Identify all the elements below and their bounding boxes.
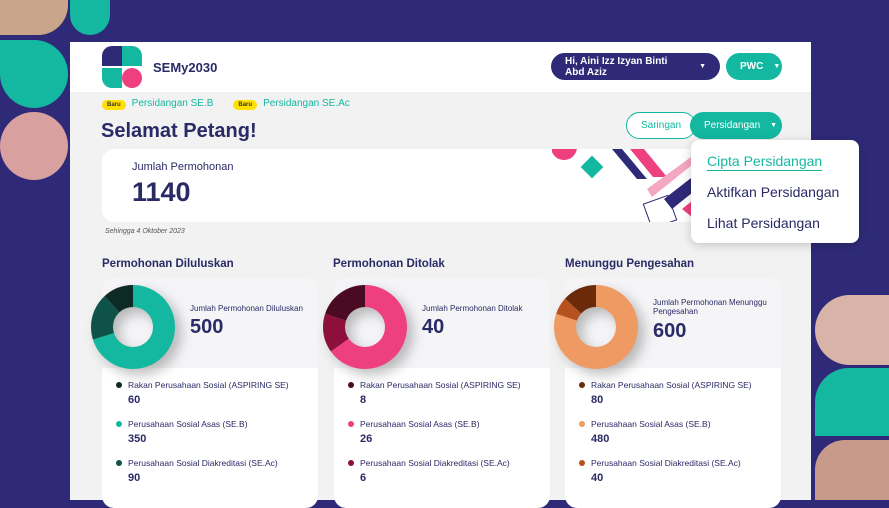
- menu-item-activate-conference[interactable]: Aktifkan Persidangan: [707, 181, 843, 212]
- card-total-label: Jumlah Permohonan Ditolak: [422, 304, 523, 313]
- section-title: Menunggu Pengesahan: [565, 258, 695, 270]
- legend-label: Perusahaan Sosial Asas (SE.B): [128, 419, 248, 429]
- link-persidangan-seac[interactable]: Baru Persidangan SE.Ac: [233, 98, 350, 110]
- card-total-label: Jumlah Permohonan Diluluskan: [190, 304, 303, 313]
- legend-dot: [348, 382, 354, 388]
- new-badge: Baru: [102, 100, 126, 110]
- page-title: Selamat Petang!: [101, 120, 257, 142]
- legend-item: Rakan Perusahaan Sosial (ASPIRING SE) 80: [579, 380, 752, 419]
- conference-dropdown-menu: Cipta Persidangan Aktifkan Persidangan L…: [691, 140, 859, 243]
- donut-chart: [91, 285, 175, 369]
- conference-label: Persidangan: [704, 120, 761, 131]
- total-applications-card: Jumlah Permohonan 1140: [102, 149, 782, 222]
- legend-dot: [348, 460, 354, 466]
- legend-label: Perusahaan Sosial Asas (SE.B): [591, 419, 711, 429]
- legend-value: 80: [591, 394, 604, 406]
- decor-photo-left: [0, 0, 68, 35]
- card-total-value: 600: [653, 320, 687, 342]
- link-label: Persidangan SE.Ac: [263, 98, 350, 109]
- stat-card: Jumlah Permohonan Menunggu Pengesahan 60…: [554, 278, 781, 508]
- legend-label: Rakan Perusahaan Sosial (ASPIRING SE): [128, 380, 289, 390]
- filter-button[interactable]: Saringan: [626, 112, 697, 139]
- decor-shape-left: [0, 40, 68, 108]
- legend-dot: [579, 382, 585, 388]
- app-window: SEMy2030 Hi, Aini Izz Izyan Binti Abd Az…: [70, 42, 859, 508]
- card-total-value: 40: [422, 316, 445, 338]
- org-name: PWC: [740, 61, 764, 72]
- header: SEMy2030 Hi, Aini Izz Izyan Binti Abd Az…: [70, 42, 811, 92]
- legend-dot: [116, 421, 122, 427]
- legend-label: Rakan Perusahaan Sosial (ASPIRING SE): [591, 380, 752, 390]
- conference-button[interactable]: Persidangan ▼: [690, 112, 782, 139]
- user-name: Hi, Aini Izz Izyan Binti Abd Aziz: [565, 55, 668, 78]
- section-title: Permohonan Ditolak: [333, 258, 445, 270]
- filter-label: Saringan: [641, 120, 682, 131]
- donut-chart: [323, 285, 407, 369]
- legend-item: Perusahaan Sosial Asas (SE.B) 350: [116, 419, 289, 458]
- legend-dot: [116, 382, 122, 388]
- legend: Rakan Perusahaan Sosial (ASPIRING SE) 8 Pe…: [348, 380, 521, 497]
- menu-item-view-conference[interactable]: Lihat Persidangan: [707, 212, 843, 243]
- decor-shape-top: [70, 0, 110, 35]
- user-menu-button[interactable]: Hi, Aini Izz Izyan Binti Abd Aziz ▼: [551, 53, 720, 80]
- donut-chart: [554, 285, 638, 369]
- legend-item: Perusahaan Sosial Diakreditasi (SE.Ac) 40: [579, 458, 752, 497]
- legend-item: Rakan Perusahaan Sosial (ASPIRING SE) 60: [116, 380, 289, 419]
- legend-value: 350: [128, 433, 147, 445]
- legend-value: 480: [591, 433, 610, 445]
- legend: Rakan Perusahaan Sosial (ASPIRING SE) 60 P…: [116, 380, 289, 497]
- section-title: Permohonan Diluluskan: [102, 258, 234, 270]
- legend-value: 60: [128, 394, 141, 406]
- decor-photo-right: [815, 440, 889, 500]
- legend-item: Perusahaan Sosial Diakreditasi (SE.Ac) 6: [348, 458, 521, 497]
- chevron-down-icon: ▼: [773, 63, 781, 70]
- legend-dot: [116, 460, 122, 466]
- legend-dot: [348, 421, 354, 427]
- quick-links: Baru Persidangan SE.B Baru Persidangan SE.…: [102, 98, 350, 110]
- stat-card: Jumlah Permohonan Ditolak 40 Rakan Perus…: [323, 278, 550, 508]
- legend-value: 90: [128, 472, 141, 484]
- legend-value: 8: [360, 394, 367, 406]
- menu-item-create-conference[interactable]: Cipta Persidangan: [707, 150, 843, 181]
- as-of-date: Sehingga 4 Oktober 2023: [105, 228, 185, 235]
- legend-label: Perusahaan Sosial Diakreditasi (SE.Ac): [128, 458, 278, 468]
- stat-card: Jumlah Permohonan Diluluskan 500 Rakan P…: [91, 278, 318, 508]
- semy2030-logo: [102, 46, 142, 88]
- org-select-button[interactable]: PWC ▼: [726, 53, 782, 80]
- legend-dot: [579, 460, 585, 466]
- legend-item: Rakan Perusahaan Sosial (ASPIRING SE) 8: [348, 380, 521, 419]
- legend-item: Perusahaan Sosial Asas (SE.B) 26: [348, 419, 521, 458]
- legend-value: 6: [360, 472, 367, 484]
- legend-label: Rakan Perusahaan Sosial (ASPIRING SE): [360, 380, 521, 390]
- link-label: Persidangan SE.B: [131, 98, 214, 109]
- legend-value: 40: [591, 472, 604, 484]
- brand-name: SEMy2030: [153, 60, 218, 75]
- link-persidangan-seb[interactable]: Baru Persidangan SE.B: [102, 98, 214, 110]
- decor-photo-right: [815, 295, 889, 365]
- legend-dot: [579, 421, 585, 427]
- card-total-value: 500: [190, 316, 224, 338]
- legend-item: Perusahaan Sosial Asas (SE.B) 480: [579, 419, 752, 458]
- legend: Rakan Perusahaan Sosial (ASPIRING SE) 80 P…: [579, 380, 752, 497]
- legend-value: 26: [360, 433, 373, 445]
- card-total-label: Jumlah Permohonan Menunggu Pengesahan: [653, 298, 767, 316]
- legend-label: Perusahaan Sosial Diakreditasi (SE.Ac): [591, 458, 741, 468]
- chevron-down-icon: ▼: [770, 122, 778, 129]
- chevron-down-icon: ▼: [699, 63, 706, 70]
- total-label: Jumlah Permohonan: [132, 161, 234, 173]
- decor-shape-right: [815, 368, 889, 436]
- decor-photo-left: [0, 112, 68, 180]
- legend-label: Perusahaan Sosial Diakreditasi (SE.Ac): [360, 458, 510, 468]
- legend-item: Perusahaan Sosial Diakreditasi (SE.Ac) 90: [116, 458, 289, 497]
- total-value: 1140: [132, 177, 191, 207]
- new-badge: Baru: [233, 100, 258, 110]
- legend-label: Perusahaan Sosial Asas (SE.B): [360, 419, 480, 429]
